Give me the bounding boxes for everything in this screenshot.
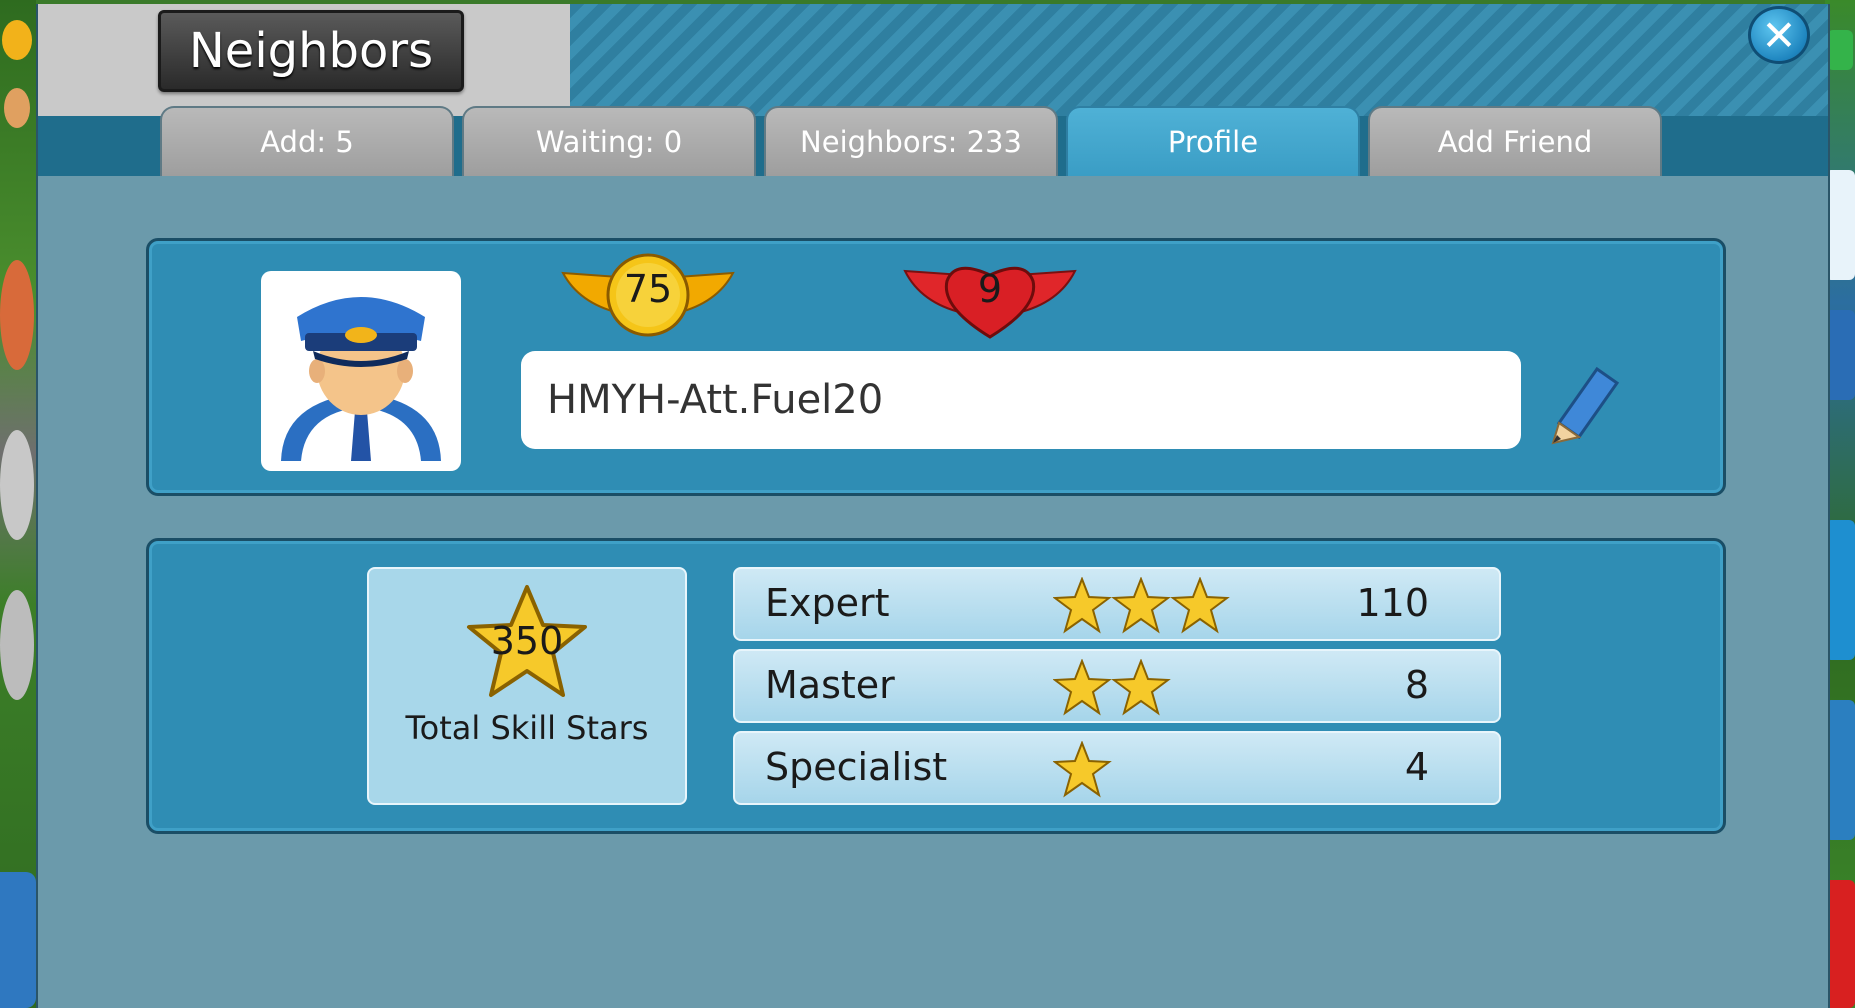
total-skill-stars-label: Total Skill Stars — [405, 709, 649, 747]
star-icon — [1053, 659, 1112, 716]
tab-label: Profile — [1167, 125, 1259, 159]
profile-panel: 75 9 — [146, 238, 1726, 496]
people-icon — [4, 88, 30, 128]
rank-count: 8 — [1404, 663, 1429, 707]
star-icon — [1111, 659, 1171, 716]
star-icon — [1053, 741, 1112, 798]
map-marker-icon — [0, 590, 34, 700]
tab-waiting[interactable]: Waiting: 0 — [462, 106, 756, 176]
map-marker-icon — [0, 430, 34, 540]
rank-count: 110 — [1356, 581, 1429, 625]
tab-add[interactable]: Add: 5 — [160, 106, 454, 176]
skill-stats-panel: 350 Total Skill Stars Expert 110 Master … — [146, 538, 1726, 834]
total-skill-stars-value: 350 — [490, 619, 564, 663]
tab-profile[interactable]: Profile — [1066, 106, 1360, 176]
tab-label: Waiting: 0 — [535, 125, 683, 159]
close-button[interactable]: ✕ — [1748, 6, 1810, 64]
heart-badge: 9 — [901, 253, 1079, 343]
star-icon — [1170, 577, 1230, 634]
rank-name: Expert — [765, 581, 890, 625]
tab-neighbors[interactable]: Neighbors: 233 — [764, 106, 1058, 176]
star-rating — [1053, 577, 1230, 634]
map-marker-icon — [0, 260, 34, 370]
rank-name: Specialist — [765, 745, 948, 789]
rank-row-master: Master 8 — [733, 649, 1501, 723]
star-icon — [1111, 577, 1171, 634]
hearts-value: 9 — [977, 267, 1003, 311]
rank-name: Master — [765, 663, 895, 707]
tab-label: Neighbors: 233 — [800, 125, 1022, 159]
close-icon: ✕ — [1761, 10, 1797, 60]
star-rating — [1053, 659, 1171, 716]
pilot-avatar-icon — [261, 271, 461, 471]
tab-label: Add Friend — [1437, 125, 1593, 159]
game-background-left — [0, 0, 36, 1008]
rank-row-specialist: Specialist 4 — [733, 731, 1501, 805]
plus-icon[interactable] — [1827, 30, 1853, 70]
star-icon — [1053, 577, 1112, 634]
tab-add-friend[interactable]: Add Friend — [1368, 106, 1662, 176]
rank-count: 4 — [1404, 745, 1429, 789]
tab-label: Add: 5 — [260, 125, 354, 159]
pencil-icon[interactable] — [1543, 359, 1623, 445]
level-value: 75 — [623, 267, 673, 311]
side-button[interactable] — [0, 872, 36, 1008]
total-skill-stars-box: 350 Total Skill Stars — [367, 567, 687, 805]
neighbors-dialog: Neighbors ✕ Add: 5 Waiting: 0 Neighbors:… — [36, 4, 1830, 1008]
header-stripes — [570, 4, 1828, 116]
level-badge: 75 — [559, 253, 737, 343]
dialog-title: Neighbors — [158, 10, 464, 92]
rank-row-expert: Expert 110 — [733, 567, 1501, 641]
player-name-field[interactable] — [521, 351, 1521, 449]
dialog-title-text: Neighbors — [188, 23, 434, 79]
star-rating — [1053, 741, 1112, 798]
coin-icon — [2, 20, 32, 60]
